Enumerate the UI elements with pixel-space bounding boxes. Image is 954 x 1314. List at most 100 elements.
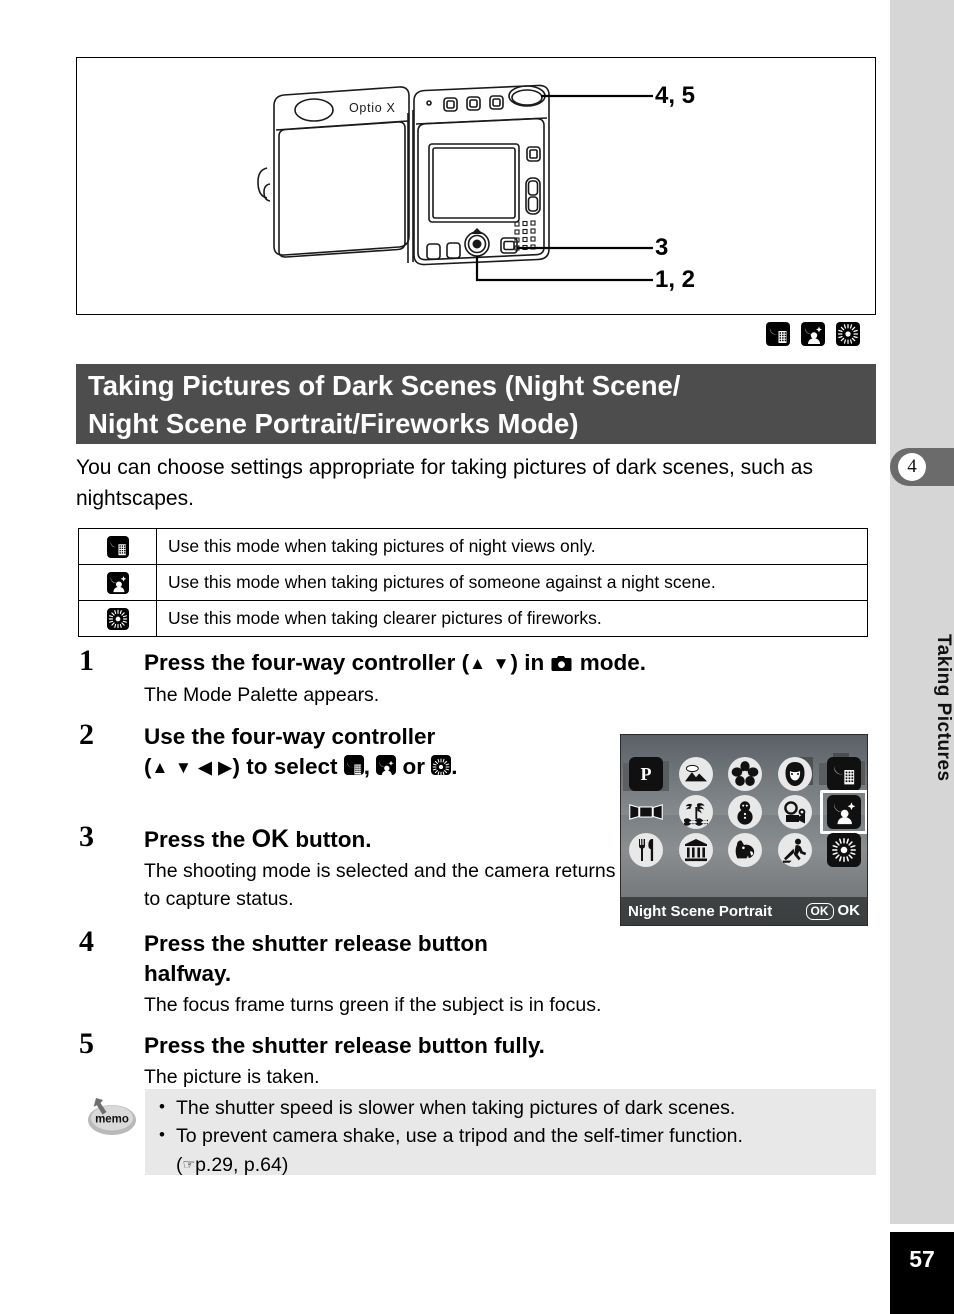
page-number-box: 57 (890, 1232, 954, 1314)
table-icon-cell (78, 564, 157, 601)
table-icon-cell (78, 528, 157, 565)
step-1: 1 Press the four-way controller (▲ ▼) in… (76, 644, 876, 722)
callout-four-way: 1, 2 (655, 266, 696, 293)
sport-mode-icon (777, 833, 812, 867)
palette-cell-night-scene[interactable] (825, 757, 863, 791)
memo-list: The shutter speed is slower when taking … (156, 1093, 868, 1179)
night-scene-icon (106, 535, 129, 558)
intro-paragraph: You can choose settings appropriate for … (76, 456, 813, 510)
callout-ok: 3 (655, 234, 669, 261)
palette-cell-landscape[interactable] (677, 757, 715, 791)
list-item: The shutter speed is slower when taking … (156, 1093, 868, 1122)
camera-figure: Optio X 4, 5 3 1, 2 (76, 57, 876, 315)
night-scene-portrait-icon (106, 571, 129, 594)
step-heading-mid: ) in (510, 650, 551, 675)
svg-text:Optio X: Optio X (349, 101, 396, 115)
palette-cell-pet[interactable] (726, 833, 764, 867)
program-mode-glyph: P (640, 763, 652, 784)
palette-row (627, 831, 863, 869)
memo-reference: p.29, p.64 (195, 1154, 282, 1176)
step-body: The picture is taken. (144, 1066, 320, 1088)
step-heading-or: or (396, 754, 432, 779)
step-number: 2 (79, 718, 94, 751)
palette-cell-surf-snow[interactable] (677, 795, 715, 829)
ok-button-label: OK (251, 825, 290, 853)
fireworks-mode-icon (827, 833, 861, 867)
table-row: Use this mode when taking clearer pictur… (78, 600, 868, 637)
flower-mode-icon (728, 757, 762, 791)
palette-cell-movie[interactable] (776, 795, 814, 829)
fireworks-icon (106, 607, 129, 630)
night-scene-icon (343, 755, 364, 775)
chapter-tab: 4 (890, 448, 954, 486)
step-heading-line2: halfway. (144, 961, 232, 986)
night-scene-icon (766, 322, 790, 346)
step-heading-pre: ( (144, 754, 152, 779)
mode-palette-caption: Night Scene Portrait OK OK (621, 897, 867, 925)
snow-mode-icon (728, 795, 762, 829)
mode-description-table: Use this mode when taking pictures of ni… (78, 528, 868, 637)
list-item: To prevent camera shake, use a tripod an… (156, 1121, 868, 1179)
manual-page: 4 Taking Pictures 57 Optio X 4, 5 3 1, 2… (0, 0, 954, 1314)
step-heading: Press the shutter release button fully. (144, 1033, 545, 1058)
section-heading-line2: Night Scene Portrait/Fireworks Mode) (88, 408, 579, 439)
callout-shutter: 4, 5 (655, 82, 696, 109)
table-text-cell: Use this mode when taking pictures of so… (156, 564, 868, 601)
chapter-title: Taking Pictures (933, 634, 954, 782)
memo-label: memo (95, 1114, 129, 1126)
palette-cell-night-scene-portrait[interactable] (820, 790, 867, 834)
ok-chip: OK (805, 903, 834, 920)
step-heading-sep: , (363, 754, 377, 779)
step-heading-post: mode. (573, 650, 646, 675)
selected-mode-name: Night Scene Portrait (628, 902, 773, 920)
step-body: The shooting mode is selected and the ca… (144, 860, 616, 910)
table-text-cell: Use this mode when taking pictures of ni… (156, 528, 868, 565)
step-heading-line1: Press the shutter release button (144, 931, 488, 956)
fireworks-icon (431, 755, 452, 776)
mode-palette-grid: P (627, 755, 867, 877)
program-mode-icon: P (629, 757, 663, 791)
palette-cell-snow[interactable] (726, 795, 764, 829)
food-mode-icon (629, 833, 663, 867)
palette-cell-panorama[interactable] (627, 795, 665, 829)
palette-row (627, 790, 867, 834)
palette-cell-portrait[interactable] (776, 757, 814, 791)
table-row: Use this mode when taking pictures of ni… (78, 528, 868, 565)
camera-mode-icon (550, 650, 573, 675)
step-heading: Press the shutter release button halfway… (144, 929, 876, 989)
palette-cell-museum[interactable] (677, 833, 715, 867)
mode-palette-screenshot: P Night Scene Portrait OK OK (620, 734, 868, 926)
step-heading-post: button. (289, 827, 372, 852)
memo-icon: memo (80, 1094, 140, 1142)
section-heading-line1: Taking Pictures of Dark Scenes (Night Sc… (88, 370, 681, 401)
chapter-number: 4 (898, 453, 926, 481)
camera-diagram-svg: Optio X (257, 84, 653, 282)
table-icon-cell (78, 600, 157, 637)
night-scene-mode-icon (827, 757, 861, 791)
fireworks-icon (836, 322, 860, 346)
page-number: 57 (909, 1246, 935, 1272)
direction-arrows: ▲ ▼ ◀ ▶ (151, 758, 233, 777)
step-4: 4 Press the shutter release button halfw… (76, 925, 876, 1031)
updown-arrows: ▲ ▼ (469, 654, 511, 673)
table-row: Use this mode when taking pictures of so… (78, 564, 868, 601)
ok-hint: OK OK (805, 902, 860, 920)
palette-row: P (627, 755, 863, 793)
night-scene-portrait-mode-icon (827, 795, 861, 829)
palette-cell-food[interactable] (627, 833, 665, 867)
step-heading-pre: Press the four-way controller ( (144, 650, 470, 675)
step-number: 4 (79, 925, 94, 958)
night-scene-portrait-icon (376, 755, 397, 776)
step-body: The focus frame turns green if the subje… (144, 994, 602, 1016)
night-scene-portrait-icon (801, 322, 825, 346)
memo-item-text: To prevent camera shake, use a tripod an… (176, 1125, 743, 1147)
step-heading-post: . (451, 754, 458, 779)
section-heading: Taking Pictures of Dark Scenes (Night Sc… (76, 364, 876, 444)
palette-cell-sport[interactable] (776, 833, 814, 867)
step-heading-mid: ) to select (232, 754, 344, 779)
step-heading-pre: Press the (144, 827, 252, 852)
palette-cell-fireworks[interactable] (825, 833, 863, 867)
palette-cell-flower[interactable] (726, 757, 764, 791)
palette-cell-program[interactable]: P (627, 757, 665, 791)
step-heading: Press the four-way controller (▲ ▼) in m… (144, 648, 876, 679)
